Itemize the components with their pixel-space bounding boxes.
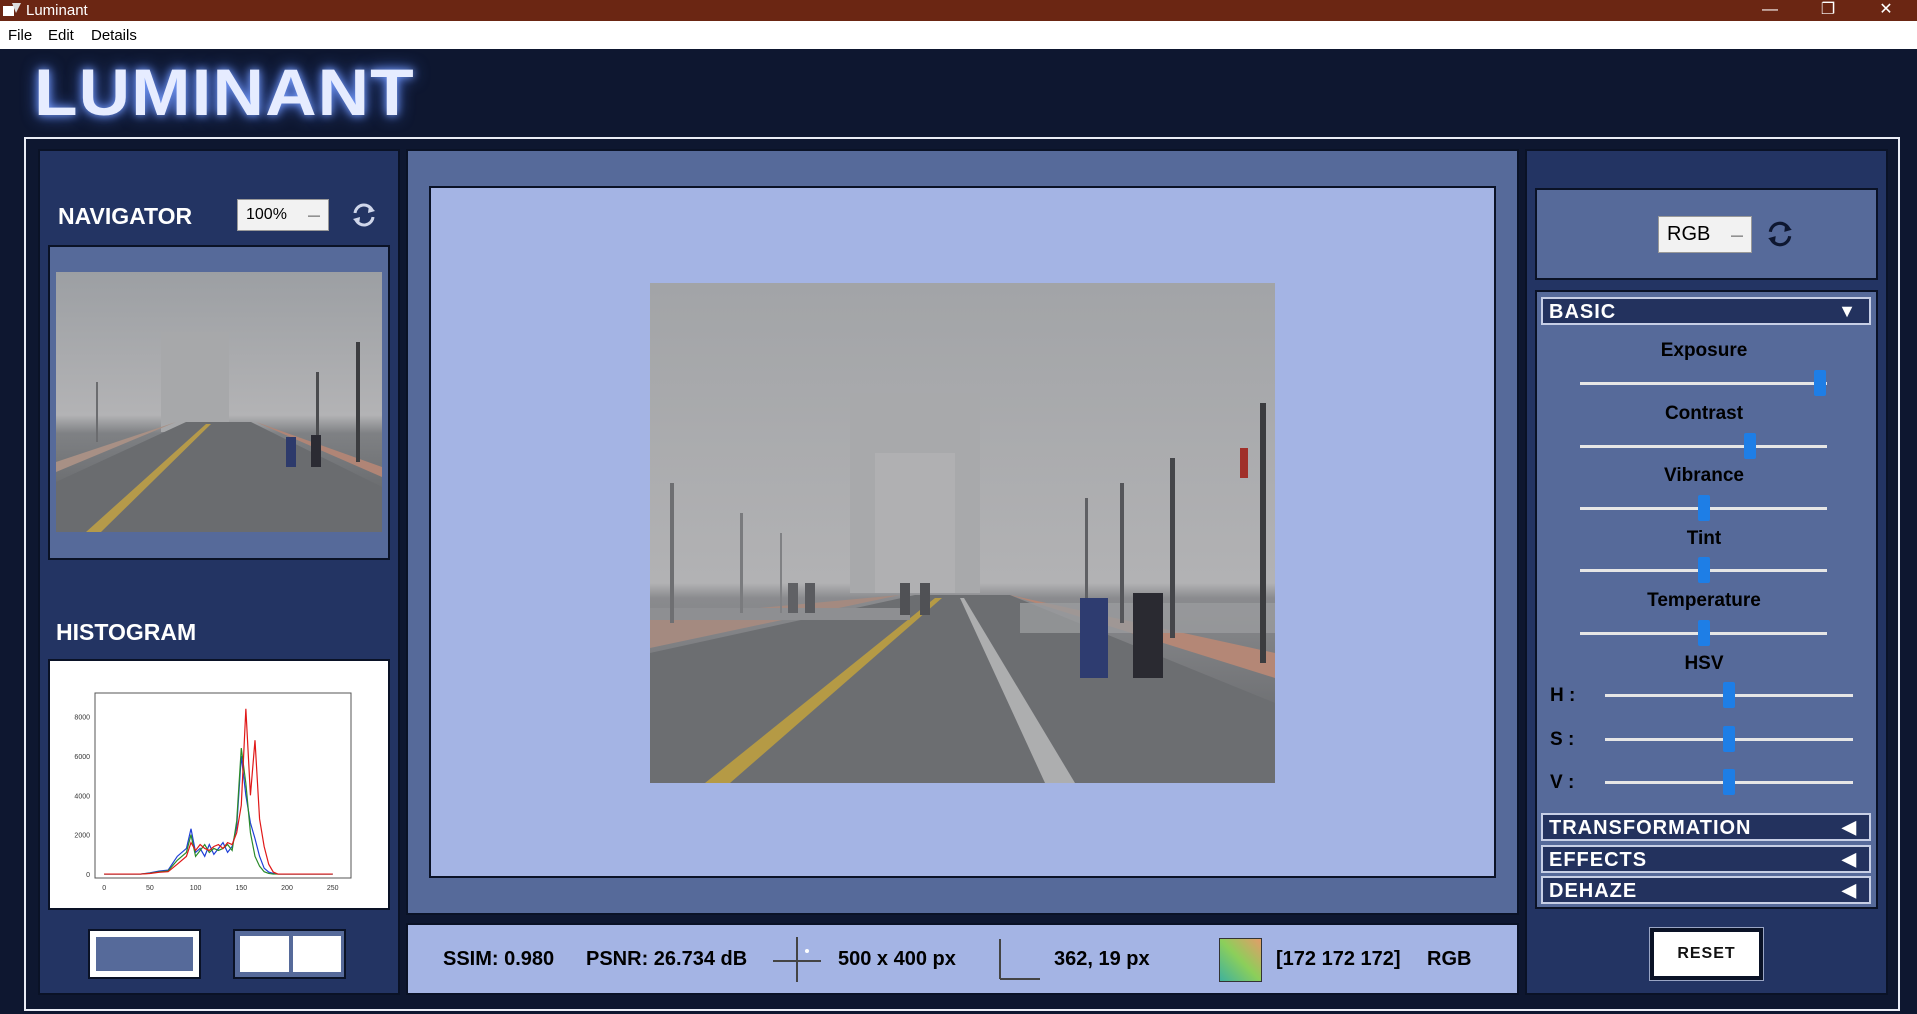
saturation-label: S : [1550, 729, 1575, 750]
section-dehaze[interactable]: DEHAZE ◀ [1541, 876, 1871, 904]
section-transformation-label: TRANSFORMATION [1549, 817, 1752, 839]
x-tick-label: 200 [281, 885, 293, 892]
tint-label: Tint [1686, 528, 1722, 549]
section-basic-label: BASIC [1549, 301, 1617, 323]
histogram-title: HISTOGRAM [56, 619, 197, 645]
tint-thumb[interactable] [1697, 557, 1710, 583]
maximize-button[interactable]: ❐ [1799, 0, 1857, 21]
hue-thumb[interactable] [1723, 682, 1735, 708]
triangle-left-icon: ◀ [1842, 849, 1857, 869]
x-tick-label: 150 [235, 885, 247, 892]
image-size-readout: 500 x 400 px [838, 948, 956, 970]
menu-edit[interactable]: Edit [48, 27, 74, 44]
value-label: V : [1550, 772, 1575, 793]
app-icon [3, 3, 21, 16]
app-logo: LUMINANT [34, 55, 415, 129]
contrast-thumb[interactable] [1744, 433, 1757, 459]
temperature-thumb[interactable] [1697, 620, 1710, 646]
x-tick-label: 250 [327, 885, 339, 892]
section-basic[interactable]: BASIC ▼ [1541, 297, 1871, 325]
refresh-icon[interactable] [350, 201, 378, 229]
section-effects-label: EFFECTS [1549, 849, 1648, 871]
main-image[interactable] [650, 283, 1275, 783]
chevron-down-icon: — [308, 208, 320, 222]
section-dehaze-label: DEHAZE [1549, 880, 1638, 902]
value-thumb[interactable] [1723, 769, 1735, 795]
saturation-thumb[interactable] [1723, 726, 1735, 752]
zoom-value: 100% [246, 206, 287, 223]
color-mode-readout: RGB [1427, 948, 1472, 970]
pixel-value-readout: [172 172 172] [1276, 948, 1401, 970]
y-tick-label: 2000 [74, 833, 90, 840]
psnr-readout: PSNR: 26.734 dB [586, 948, 748, 970]
x-tick-label: 0 [102, 885, 106, 892]
triangle-left-icon: ◀ [1842, 880, 1857, 900]
crosshair-icon [773, 937, 821, 982]
contrast-track[interactable] [1580, 445, 1827, 448]
title-bar: Luminant — ❐ ✕ [0, 0, 1917, 21]
view-split-button[interactable] [233, 929, 346, 979]
chevron-down-icon: — [1731, 228, 1743, 242]
reset-button[interactable]: RESET [1650, 928, 1763, 980]
window-title: Luminant [26, 2, 88, 19]
y-tick-label: 8000 [74, 715, 90, 722]
navigator-thumbnail[interactable] [56, 272, 382, 532]
hue-label: H : [1550, 685, 1576, 706]
menu-file[interactable]: File [8, 27, 32, 44]
contrast-label: Contrast [1664, 403, 1744, 424]
temperature-label: Temperature [1647, 590, 1761, 611]
refresh-icon[interactable] [1765, 219, 1795, 249]
navigator-title: NAVIGATOR [58, 203, 193, 229]
zoom-dropdown[interactable]: 100% — [237, 199, 329, 231]
hsv-label: HSV [1684, 653, 1724, 674]
color-mode-value: RGB [1667, 223, 1711, 245]
color-swatch-icon [1219, 938, 1262, 982]
close-button[interactable]: ✕ [1857, 0, 1915, 21]
triangle-down-icon: ▼ [1838, 301, 1857, 321]
section-transformation[interactable]: TRANSFORMATION ◀ [1541, 813, 1871, 841]
plot-area [94, 692, 352, 879]
menu-details[interactable]: Details [91, 27, 137, 44]
exposure-thumb[interactable] [1813, 370, 1826, 396]
y-tick-label: 0 [86, 872, 90, 879]
exposure-track[interactable] [1580, 382, 1827, 385]
split-view-left-icon [240, 936, 289, 972]
menu-bar: File Edit Details [0, 21, 1917, 49]
section-effects[interactable]: EFFECTS ◀ [1541, 845, 1871, 873]
color-mode-dropdown[interactable]: RGB — [1658, 216, 1752, 253]
triangle-left-icon: ◀ [1842, 817, 1857, 837]
axes-icon [999, 939, 1040, 980]
split-view-right-icon [293, 936, 341, 972]
ssim-readout: SSIM: 0.980 [443, 948, 555, 970]
x-tick-label: 100 [190, 885, 202, 892]
histogram-chart: 8000 6000 4000 2000 0 0 50 100 150 200 250 [74, 692, 352, 892]
single-view-icon [96, 937, 193, 971]
y-tick-label: 4000 [74, 793, 90, 800]
minimize-button[interactable]: — [1741, 0, 1799, 21]
exposure-label: Exposure [1660, 340, 1748, 361]
cursor-coords-readout: 362, 19 px [1054, 948, 1150, 970]
vibrance-thumb[interactable] [1697, 495, 1710, 521]
x-tick-label: 50 [146, 885, 154, 892]
vibrance-label: Vibrance [1664, 465, 1744, 486]
y-tick-label: 6000 [74, 754, 90, 761]
view-single-button[interactable] [88, 929, 201, 979]
